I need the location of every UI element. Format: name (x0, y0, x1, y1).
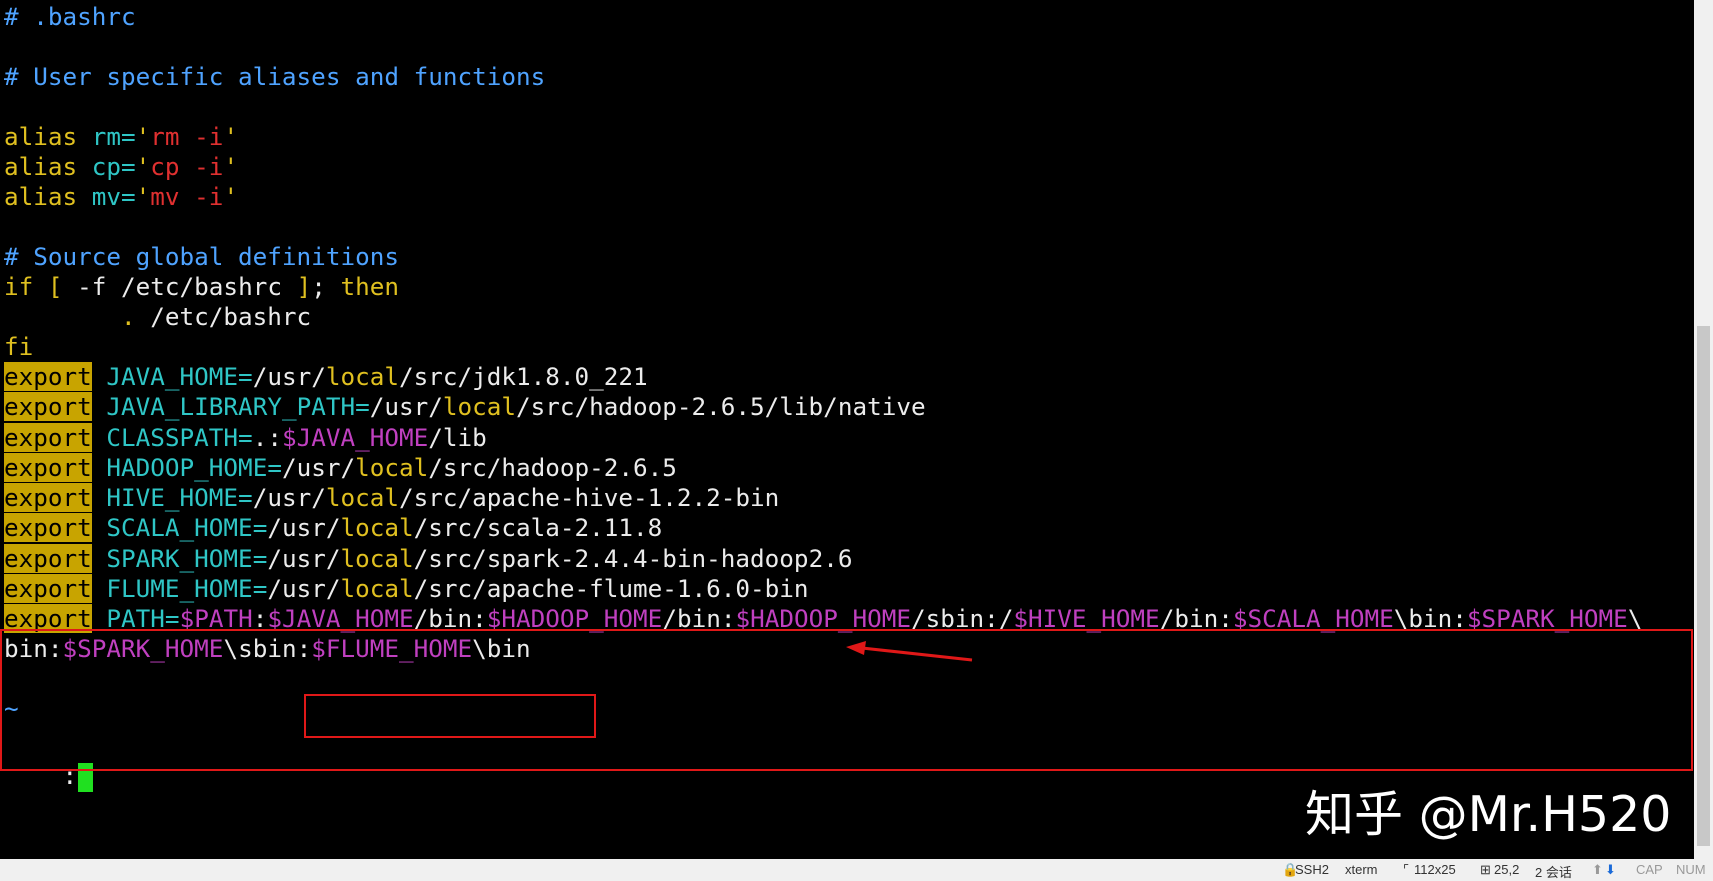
status-cursor-position: 25,2 (1494, 862, 1520, 877)
status-terminal-type: xterm (1345, 862, 1378, 877)
status-bar: 🔒 SSH2 xterm ⌜ 112x25 ⊞ 25,2 2 会话 ⬆ ⬇ CA… (0, 859, 1713, 881)
status-sessions: 2 会话 (1535, 865, 1572, 880)
annotation-arrow-icon (846, 641, 973, 662)
status-protocol: SSH2 (1295, 862, 1329, 877)
watermark: 知乎 @Mr.H520 (1305, 786, 1672, 843)
terminal-window[interactable]: # .bashrc # User specific aliases and fun… (0, 0, 1694, 859)
status-caps-lock: CAP (1636, 862, 1663, 877)
status-terminal-size: 112x25 (1414, 862, 1456, 877)
arrow-down-icon: ⬇ (1605, 862, 1616, 877)
scrollbar-thumb[interactable] (1697, 326, 1710, 846)
arrow-up-icon: ⬆ (1592, 862, 1603, 877)
status-num-lock: NUM (1676, 862, 1706, 877)
position-icon: ⊞ (1480, 862, 1491, 877)
vertical-scrollbar[interactable] (1694, 0, 1713, 859)
size-icon: ⌜ (1403, 862, 1410, 877)
